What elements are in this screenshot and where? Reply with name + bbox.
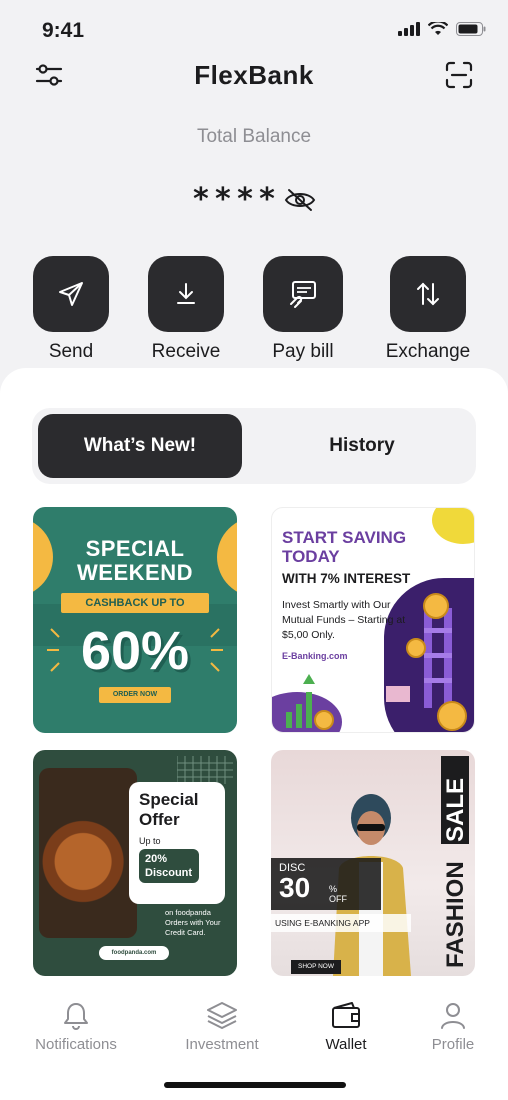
signal-icon bbox=[398, 22, 420, 36]
scan-button[interactable] bbox=[444, 60, 474, 90]
receive-label: Receive bbox=[151, 341, 221, 362]
pay-bill-button[interactable] bbox=[263, 256, 343, 332]
wifi-icon bbox=[428, 22, 448, 35]
offer-up-to: Up to bbox=[139, 836, 161, 846]
discount-box: DISC 30 % OFF bbox=[271, 858, 381, 910]
offer-title: Special Offer bbox=[139, 790, 215, 830]
exchange-label: Exchange bbox=[385, 341, 471, 362]
exchange-icon bbox=[417, 282, 439, 306]
growth-chart-icon bbox=[286, 674, 334, 730]
scan-icon bbox=[445, 61, 473, 89]
tab-profile[interactable]: Profile bbox=[398, 1000, 508, 1053]
receive-action[interactable]: Receive bbox=[136, 256, 236, 363]
toggle-balance-button[interactable] bbox=[284, 188, 316, 212]
fashion-sale-text: SALE FASHION bbox=[442, 778, 469, 968]
layers-icon bbox=[207, 1002, 237, 1029]
send-action[interactable]: Send bbox=[21, 256, 121, 363]
offer-note: on foodpanda Orders with Your Credit Car… bbox=[165, 908, 221, 937]
status-bar: 9:41 bbox=[0, 0, 508, 60]
tab-wallet[interactable]: Wallet bbox=[291, 1000, 401, 1053]
tab-wallet-label: Wallet bbox=[325, 1036, 367, 1053]
bottom-tab-bar: Notifications Investment Wallet Profile bbox=[0, 990, 508, 1070]
offer-discount-pct: 20% bbox=[145, 853, 168, 865]
send-label: Send bbox=[48, 341, 94, 362]
offer-title-line2: Offer bbox=[139, 810, 180, 829]
send-button[interactable] bbox=[33, 256, 109, 332]
quick-actions: Send Receive Pay bill Exchange bbox=[0, 256, 508, 366]
promo-title-line2: WEEKEND bbox=[77, 560, 193, 585]
promo-card-special-offer[interactable]: Special Offer Up to 20% Discount on food… bbox=[33, 750, 237, 976]
tab-whats-new[interactable]: What’s New! bbox=[38, 414, 242, 478]
shop-now-label: SHOP NOW bbox=[291, 960, 341, 974]
exchange-button[interactable] bbox=[390, 256, 466, 332]
pay-bill-label: Pay bill bbox=[272, 341, 334, 362]
grid-pattern-icon bbox=[177, 756, 233, 784]
balance-value: **** bbox=[191, 182, 281, 217]
fashion-sale-vertical: SALE FASHION bbox=[441, 756, 469, 968]
promo-title: SPECIAL WEEKEND bbox=[33, 537, 237, 585]
balance-label: Total Balance bbox=[196, 126, 312, 147]
offer-discount-badge: 20% Discount bbox=[139, 849, 199, 883]
segmented-control: What’s New! History bbox=[32, 408, 476, 484]
app-header: FlexBank bbox=[0, 52, 508, 98]
battery-icon bbox=[456, 22, 486, 36]
promo-card-special-weekend[interactable]: SPECIAL WEEKEND CASHBACK UP TO 60% ORDER… bbox=[33, 507, 237, 733]
bell-icon bbox=[64, 1003, 88, 1030]
coins-ladder-icon bbox=[386, 593, 467, 731]
promo-card-saving[interactable]: START SAVING TODAY WITH 7% INTEREST Inve… bbox=[271, 507, 475, 733]
saving-title: START SAVING TODAY bbox=[282, 528, 406, 566]
saving-site: E-Banking.com bbox=[282, 651, 348, 661]
exchange-action[interactable]: Exchange bbox=[378, 256, 478, 363]
cashback-badge: CASHBACK UP TO bbox=[61, 593, 209, 613]
user-icon bbox=[441, 1003, 465, 1029]
balance-row: **** bbox=[0, 182, 508, 217]
tab-investment[interactable]: Investment bbox=[167, 1000, 277, 1053]
sale-word: SALE bbox=[442, 778, 469, 842]
tab-profile-label: Profile bbox=[431, 1036, 475, 1053]
tab-history[interactable]: History bbox=[254, 414, 470, 478]
send-icon bbox=[59, 282, 83, 306]
saving-title-line1: START SAVING bbox=[282, 528, 407, 547]
offer-title-line1: Special bbox=[139, 790, 199, 809]
decor-blob bbox=[432, 508, 474, 544]
tab-notifications-label: Notifications bbox=[35, 1036, 117, 1053]
promo-title-line1: SPECIAL bbox=[85, 536, 185, 561]
bill-icon bbox=[290, 281, 316, 308]
offer-discount-label: Discount bbox=[145, 867, 193, 879]
tab-investment-label: Investment bbox=[185, 1036, 259, 1053]
status-icons bbox=[398, 22, 486, 36]
saving-subtitle: WITH 7% INTEREST bbox=[282, 571, 411, 586]
app-title: FlexBank bbox=[194, 60, 314, 90]
disc-pct: % bbox=[329, 884, 338, 894]
disc-value: 30 bbox=[279, 872, 311, 903]
using-app-label: USING E-BANKING APP bbox=[271, 914, 411, 932]
offer-site: foodpanda.com bbox=[99, 946, 169, 960]
status-time: 9:41 bbox=[42, 19, 85, 42]
offer-box: Special Offer Up to 20% Discount bbox=[129, 782, 225, 904]
order-now-label: ORDER NOW bbox=[99, 687, 171, 703]
saving-title-line2: TODAY bbox=[282, 547, 340, 566]
receive-button[interactable] bbox=[148, 256, 224, 332]
fashion-word: FASHION bbox=[442, 861, 469, 968]
home-indicator bbox=[164, 1082, 346, 1088]
sparkle-left-icon bbox=[47, 628, 60, 672]
pay-bill-action[interactable]: Pay bill bbox=[253, 256, 353, 363]
food-image bbox=[39, 768, 137, 938]
promo-card-fashion[interactable]: DISC 30 % OFF USING E-BANKING APP SHOP N… bbox=[271, 750, 475, 976]
disc-off: OFF bbox=[329, 894, 347, 904]
download-icon bbox=[177, 283, 195, 304]
eye-off-icon bbox=[284, 188, 316, 211]
tab-notifications[interactable]: Notifications bbox=[21, 1000, 131, 1053]
wallet-icon bbox=[332, 1002, 360, 1028]
disc-suffix: % OFF bbox=[329, 884, 347, 904]
sparkle-right-icon bbox=[210, 628, 223, 672]
